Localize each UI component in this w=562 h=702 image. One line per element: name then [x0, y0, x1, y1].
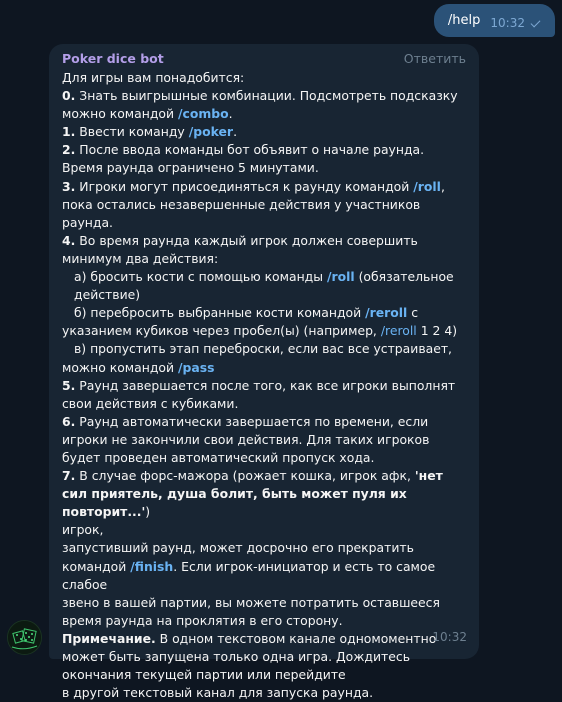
- outgoing-message-meta: 10:32: [490, 16, 543, 30]
- finish-command-link[interactable]: /finish: [130, 559, 173, 574]
- rule-number: 2.: [62, 142, 76, 158]
- reply-button[interactable]: Ответить: [404, 50, 466, 69]
- rule-text: После ввода команды бот объявит о начале…: [62, 142, 425, 176]
- rule-4: 4. Во время раунда каждый игрок должен с…: [62, 232, 466, 268]
- rule-text: Ввести команду: [79, 124, 185, 140]
- rule-1: 1. Ввести команду /poker.: [62, 123, 466, 141]
- rule-7-line4: звено в вашей партии, вы можете потратит…: [62, 594, 440, 628]
- punctuation: ): [145, 504, 151, 520]
- dice-logo-icon: [8, 621, 41, 654]
- rule-4c: в) пропустить этап переброски, если вас …: [62, 340, 466, 376]
- rule-text: Знать выигрышные комбинации. Подсмотреть…: [62, 88, 458, 122]
- rule-number: 0.: [62, 88, 76, 104]
- outgoing-message-text: /help: [447, 13, 481, 28]
- rule-number: 6.: [62, 413, 76, 429]
- rule-text: б) перебросить выбранные кости командой: [74, 305, 362, 321]
- rule-7: 7. В случае форс-мажора (рожает кошка, и…: [62, 467, 466, 521]
- pass-command-link[interactable]: /pass: [178, 360, 215, 375]
- reroll-command-link[interactable]: /reroll: [365, 305, 407, 320]
- outgoing-message-time: 10:32: [490, 15, 525, 30]
- note-label: Примечание.: [62, 630, 156, 646]
- punctuation: .: [228, 106, 233, 122]
- rule-0: 0. Знать выигрышные комбинации. Подсмотр…: [62, 87, 466, 123]
- combo-command-link[interactable]: /combo: [178, 106, 229, 121]
- rule-text: Раунд автоматически завершается по време…: [62, 413, 430, 465]
- rule-text: Во время раунда каждый игрок должен сове…: [62, 232, 418, 266]
- reroll-example-link[interactable]: /reroll: [381, 323, 417, 338]
- roll-command-link[interactable]: /roll: [327, 269, 355, 284]
- message-body: Для игры вам понадобится: 0. Знать выигр…: [62, 69, 466, 702]
- outgoing-message[interactable]: /help 10:32: [433, 4, 555, 37]
- sender-name[interactable]: Poker dice bot: [62, 50, 164, 69]
- rule-number: 1.: [62, 124, 76, 140]
- incoming-message-time: 10:32: [432, 629, 467, 644]
- note: Примечание. В одном текстовом канале одн…: [62, 630, 466, 684]
- rule-2: 2. После ввода команды бот объявит о нач…: [62, 141, 466, 177]
- rule-text: в) пропустить этап переброски, если вас …: [62, 341, 452, 375]
- rule-4b: б) перебросить выбранные кости командой …: [62, 304, 466, 340]
- message-header: Poker dice bot Ответить: [62, 50, 466, 69]
- intro-text: Для игры вам понадобится:: [62, 70, 245, 85]
- roll-command-link[interactable]: /roll: [413, 179, 441, 194]
- punctuation: .: [233, 124, 238, 140]
- incoming-message[interactable]: Poker dice bot Ответить Для игры вам пон…: [49, 44, 479, 700]
- bot-avatar-icon[interactable]: [7, 620, 42, 655]
- rule-text: а) бросить кости с помощью команды: [74, 269, 324, 285]
- rule-5: 5. Раунд завершается после того, как все…: [62, 377, 466, 413]
- double-check-icon: [530, 18, 543, 28]
- rule-6: 6. Раунд автоматически завершается по вр…: [62, 413, 466, 467]
- rule-4a: а) бросить кости с помощью команды /roll…: [62, 268, 466, 304]
- rule-number: 5.: [62, 377, 76, 393]
- rule-text-end: 1 2 4): [420, 323, 458, 339]
- rule-7-line2: игрок,: [62, 522, 104, 538]
- rule-text: Раунд завершается после того, как все иг…: [62, 377, 456, 411]
- poker-command-link[interactable]: /poker: [189, 124, 233, 139]
- rule-text: В случае форс-мажора (рожает кошка, игро…: [79, 468, 411, 484]
- rule-7-line3: запустивший раунд, может досрочно его пр…: [62, 539, 466, 593]
- rule-3: 3. Игроки могут присоединяться к раунду …: [62, 178, 466, 232]
- note-line2: в другой текстовый канал для запуска рау…: [62, 685, 374, 701]
- rule-number: 3.: [62, 178, 76, 194]
- rule-number: 7.: [62, 468, 76, 484]
- rule-text: Игроки могут присоединяться к раунду ком…: [79, 178, 410, 194]
- rule-number: 4.: [62, 232, 76, 248]
